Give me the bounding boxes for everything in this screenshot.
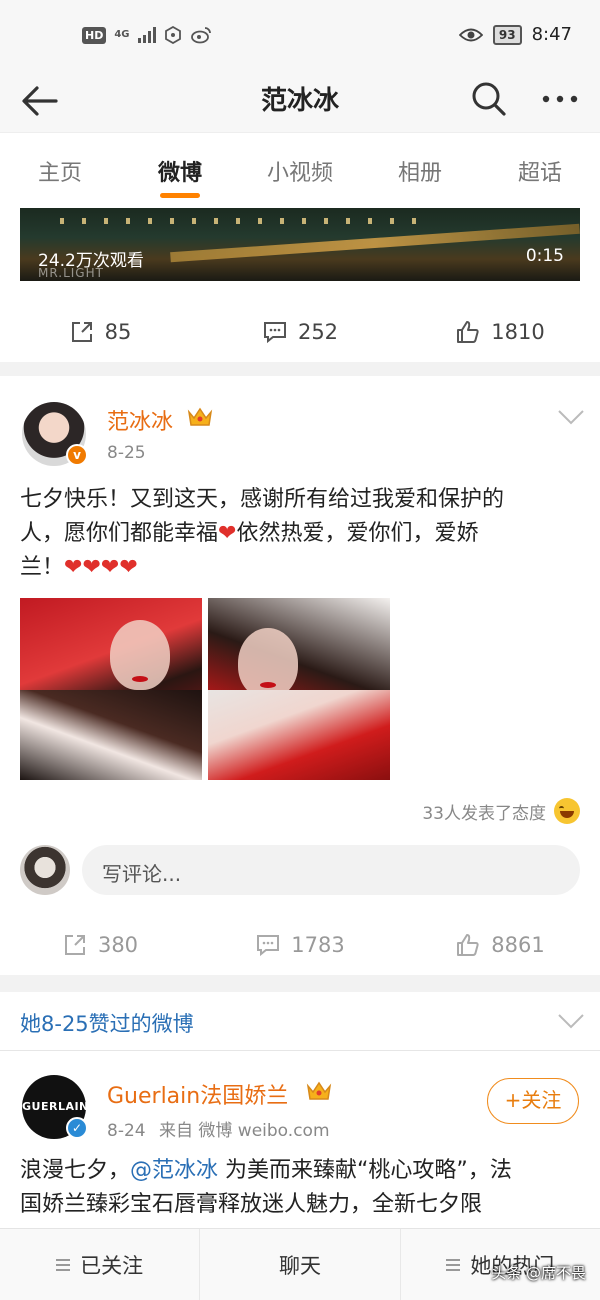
post-meta: 8-24 来自 微博 weibo.com bbox=[107, 1116, 330, 1141]
signal-icon bbox=[137, 27, 156, 43]
repost-button[interactable]: 85 bbox=[0, 302, 200, 362]
like-button[interactable]: 8861 bbox=[400, 915, 600, 975]
tab-super-topic[interactable]: 超话 bbox=[480, 133, 600, 204]
post-text-line-end: 兰！❤❤❤❤ bbox=[20, 555, 138, 580]
laughing-emoji-icon bbox=[554, 798, 580, 824]
thumbs-up-icon bbox=[457, 321, 479, 343]
back-arrow-icon[interactable] bbox=[20, 84, 60, 118]
weibo-icon bbox=[190, 27, 211, 44]
post-date: 8-24 bbox=[107, 1121, 146, 1141]
tab-short-video[interactable]: 小视频 bbox=[240, 133, 360, 204]
post-author-name[interactable]: 范冰冰 bbox=[107, 404, 173, 436]
like-count: 8861 bbox=[491, 933, 545, 957]
hd-indicator: HD bbox=[82, 26, 107, 44]
post-author-name[interactable]: Guerlain法国娇兰 bbox=[107, 1078, 288, 1110]
comment-input[interactable]: 写评论... bbox=[82, 845, 580, 895]
crown-icon bbox=[306, 1081, 332, 1100]
menu-icon bbox=[446, 1258, 461, 1271]
post-actions-bar: 380 1783 8861 bbox=[0, 915, 600, 975]
video-scene-road bbox=[170, 223, 580, 263]
photo-lips bbox=[260, 682, 276, 688]
crown-icon bbox=[187, 407, 213, 426]
tab-weibo[interactable]: 微博 bbox=[120, 133, 240, 204]
my-avatar bbox=[20, 845, 70, 895]
bottom-action-bar: 已关注 聊天 她的热门 bbox=[0, 1228, 600, 1300]
status-bar: HD 4G 93 8:47 bbox=[0, 0, 600, 70]
network-type: 4G bbox=[114, 29, 130, 40]
tab-album[interactable]: 相册 bbox=[360, 133, 480, 204]
comment-button[interactable]: 1783 bbox=[200, 915, 400, 975]
reactions-summary[interactable]: 33人发表了态度 bbox=[422, 798, 580, 824]
post-text-line: 七夕快乐！又到这天，感谢所有给过我爱和保护的 bbox=[20, 487, 505, 512]
status-right: 93 8:47 bbox=[458, 24, 572, 45]
heart-emoji: ❤ bbox=[218, 521, 237, 546]
post-text-line: 浪漫七夕，@范冰冰 为美而来臻献“桃心攻略”，法 bbox=[20, 1158, 512, 1183]
video-thumbnail[interactable]: 24.2万次观看 0:15 MR.LIGHT bbox=[20, 208, 580, 281]
post-text: 七夕快乐！又到这天，感谢所有给过我爱和保护的 人，愿你们都能幸福❤依然热爱，爱你… bbox=[20, 483, 580, 585]
video-watermark: MR.LIGHT bbox=[38, 266, 104, 280]
followed-button[interactable]: 已关注 bbox=[0, 1229, 201, 1300]
eye-icon bbox=[458, 28, 483, 41]
battery-indicator: 93 bbox=[492, 24, 522, 45]
app-header: 范冰冰 bbox=[0, 70, 600, 132]
search-icon[interactable] bbox=[470, 80, 508, 118]
page-title: 范冰冰 bbox=[260, 86, 339, 116]
video-scene-lights bbox=[60, 218, 420, 224]
post-text-line-with-heart: 人，愿你们都能幸福❤依然热爱，爱你们，爱娇 bbox=[20, 521, 479, 546]
clock: 8:47 bbox=[531, 24, 572, 45]
photo-lips bbox=[132, 676, 148, 682]
like-count: 1810 bbox=[491, 320, 545, 344]
post-text-line: 国娇兰臻彩宝石唇膏释放迷人魅力，全新七夕限 bbox=[20, 1192, 483, 1217]
verified-badge-icon: ✓ bbox=[66, 1117, 88, 1139]
reactions-text: 33人发表了态度 bbox=[422, 803, 546, 824]
thumbs-up-icon bbox=[457, 934, 479, 956]
chat-button[interactable]: 聊天 bbox=[200, 1229, 401, 1300]
profile-tabs: 主页 微博 小视频 相册 超话 bbox=[0, 132, 600, 204]
mention-link[interactable]: @范冰冰 bbox=[130, 1158, 218, 1183]
hearts-emoji: ❤❤❤❤ bbox=[64, 555, 138, 580]
menu-icon bbox=[56, 1258, 71, 1271]
comment-icon bbox=[257, 935, 280, 957]
comment-count: 1783 bbox=[291, 933, 345, 957]
feed-separator bbox=[0, 975, 600, 992]
repost-count: 380 bbox=[97, 933, 139, 957]
share-icon bbox=[71, 322, 92, 342]
chevron-down-icon[interactable] bbox=[557, 408, 585, 426]
repost-button[interactable]: 380 bbox=[0, 915, 200, 975]
nfc-icon bbox=[164, 26, 181, 44]
comment-icon bbox=[263, 322, 286, 344]
comment-button[interactable]: 252 bbox=[200, 302, 400, 362]
repost-count: 85 bbox=[104, 320, 132, 344]
more-options-icon[interactable] bbox=[540, 86, 580, 112]
follow-button[interactable]: +关注 bbox=[487, 1078, 579, 1124]
feed-separator bbox=[0, 362, 600, 376]
liked-posts-header[interactable]: 她8-25赞过的微博 bbox=[0, 992, 600, 1050]
verified-badge-icon: v bbox=[66, 444, 88, 466]
post-photo-lower bbox=[20, 690, 202, 780]
her-hot-button[interactable]: 她的热门 bbox=[401, 1229, 600, 1300]
liked-posts-label: 她8-25赞过的微博 bbox=[20, 1012, 194, 1036]
like-button[interactable]: 1810 bbox=[400, 302, 600, 362]
divider bbox=[0, 1050, 600, 1051]
post-source: 来自 微博 weibo.com bbox=[159, 1121, 330, 1141]
status-left: HD 4G bbox=[82, 26, 212, 44]
post-date: 8-25 bbox=[107, 443, 146, 463]
post-photo-lower bbox=[208, 690, 390, 780]
share-icon bbox=[64, 935, 85, 955]
tab-home[interactable]: 主页 bbox=[0, 133, 120, 204]
video-duration: 0:15 bbox=[525, 246, 564, 266]
post-text: 浪漫七夕，@范冰冰 为美而来臻献“桃心攻略”，法 国娇兰臻彩宝石唇膏释放迷人魅力… bbox=[20, 1154, 590, 1222]
chevron-down-icon[interactable] bbox=[557, 1012, 585, 1030]
comment-count: 252 bbox=[297, 320, 339, 344]
post-actions-bar: 85 252 1810 bbox=[0, 302, 600, 362]
